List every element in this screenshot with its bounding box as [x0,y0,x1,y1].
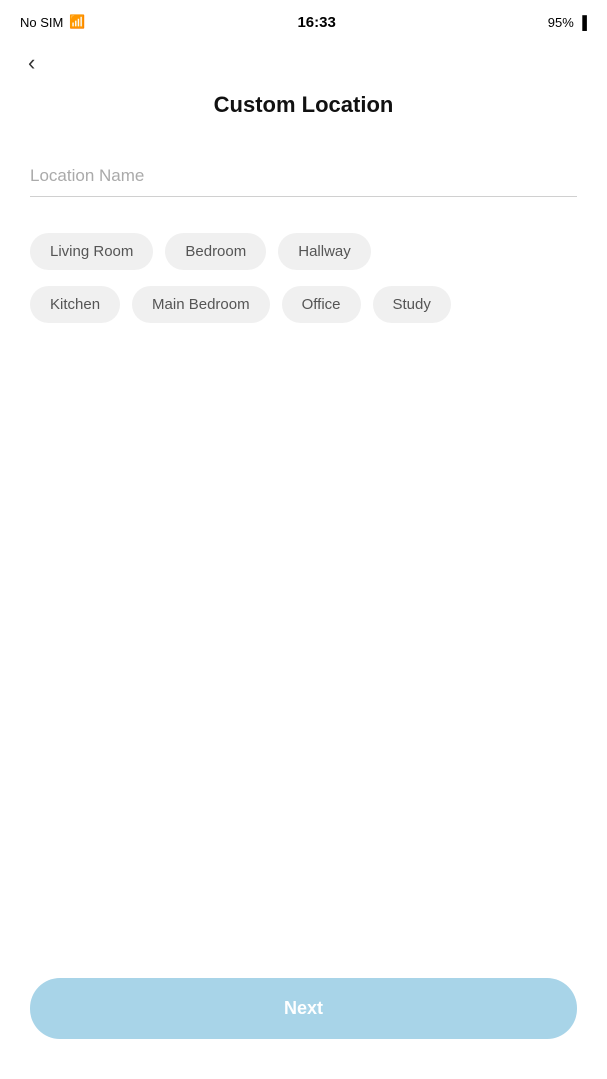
tag-kitchen[interactable]: Kitchen [30,286,120,323]
tags-section: Living Room Bedroom Hallway Kitchen Main… [30,233,577,323]
battery-icon: ▐ [578,15,587,30]
back-button[interactable]: ‹ [20,48,43,78]
wifi-icon: 📶 [69,14,85,30]
status-bar: No SIM 📶 16:33 95% ▐ [0,0,607,40]
carrier-label: No SIM [20,15,63,30]
tag-study[interactable]: Study [373,286,451,323]
next-button[interactable]: Next [30,978,577,1039]
tags-row-2: Kitchen Main Bedroom Office Study [30,286,577,323]
tag-bedroom[interactable]: Bedroom [165,233,266,270]
status-carrier: No SIM 📶 [20,14,86,30]
tags-row-1: Living Room Bedroom Hallway [30,233,577,270]
status-time: 16:33 [297,14,335,31]
page-title: Custom Location [0,92,607,118]
tag-main-bedroom[interactable]: Main Bedroom [132,286,270,323]
input-section [30,158,577,197]
tag-office[interactable]: Office [282,286,361,323]
location-name-input[interactable] [30,158,577,197]
status-battery: 95% ▐ [548,15,587,30]
tag-hallway[interactable]: Hallway [278,233,371,270]
tag-living-room[interactable]: Living Room [30,233,153,270]
battery-percent: 95% [548,15,574,30]
